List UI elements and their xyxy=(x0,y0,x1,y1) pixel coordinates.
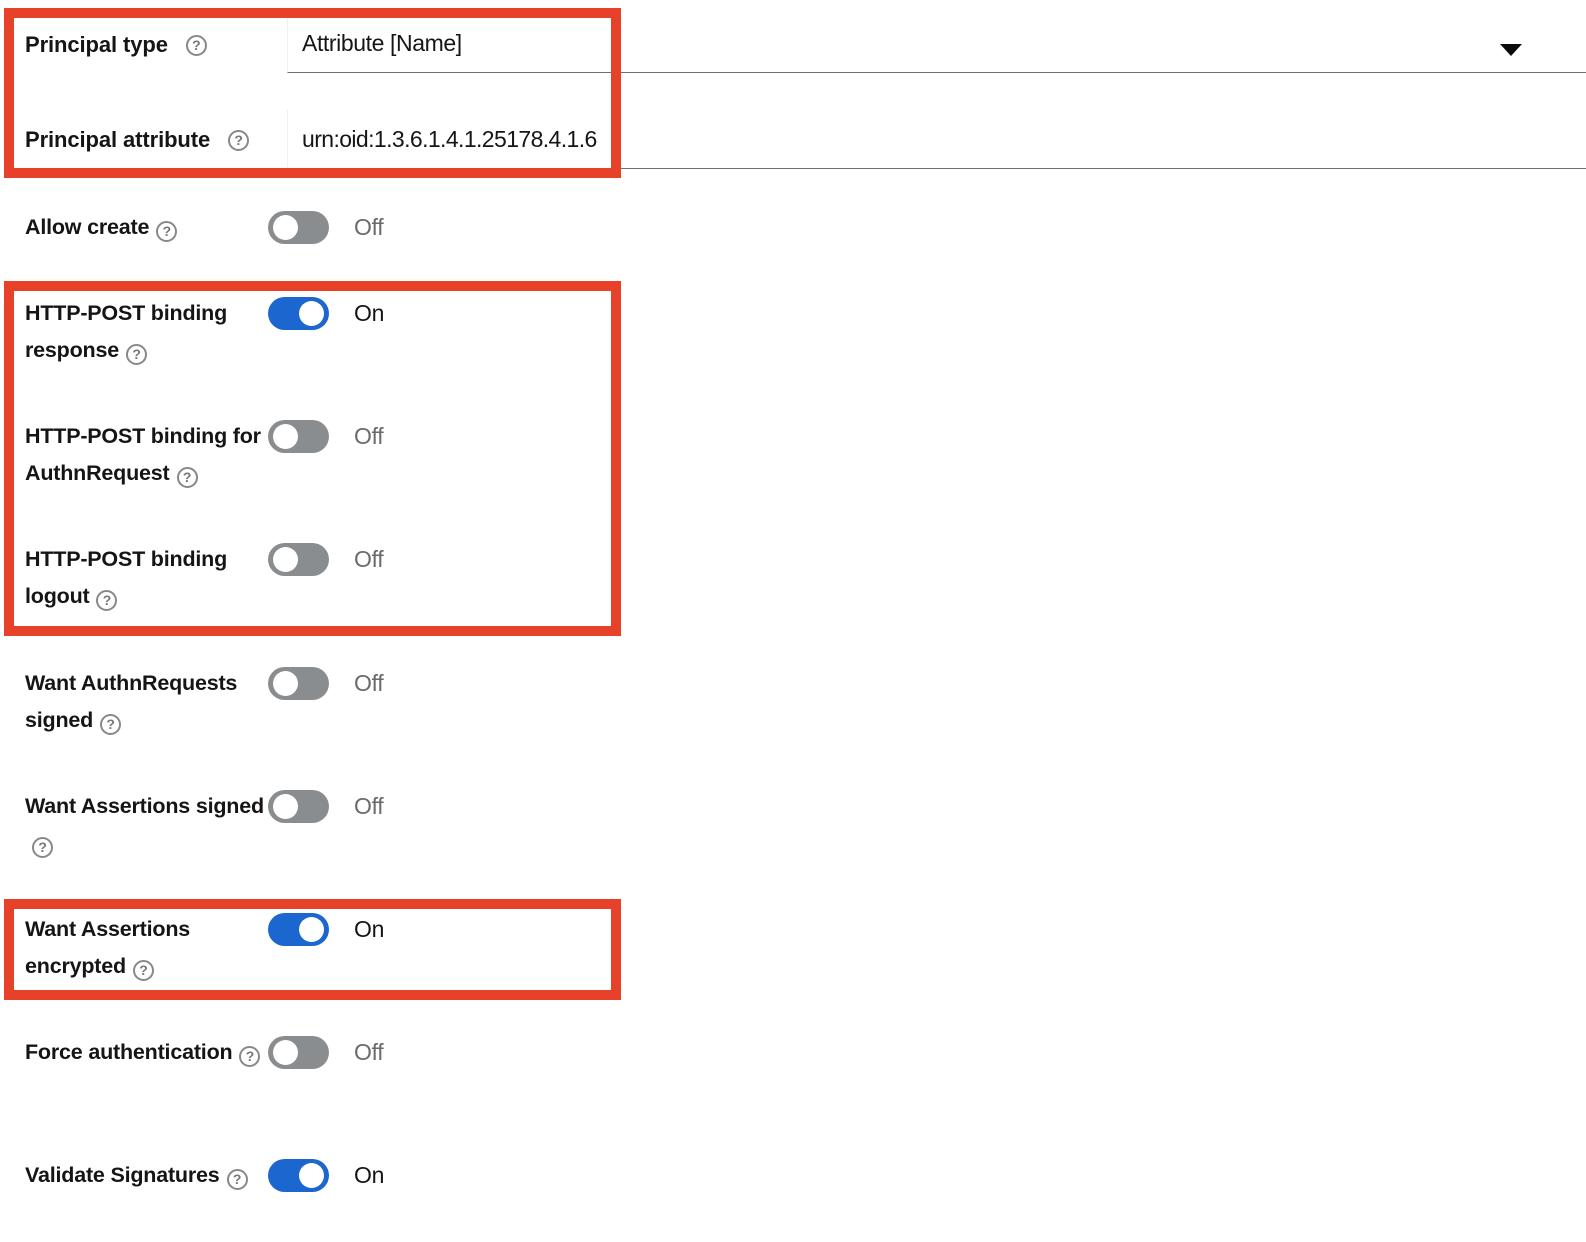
toggle-row-want-authnrequests-signed: Want AuthnRequests signed? Off xyxy=(0,665,640,739)
help-icon[interactable]: ? xyxy=(132,959,154,981)
help-icon[interactable]: ? xyxy=(226,1168,248,1190)
toggle-row-want-assertions-signed: Want Assertions signed? Off xyxy=(0,788,640,862)
toggle-validate-signatures[interactable] xyxy=(268,1159,329,1192)
principal-type-label-text: Principal type xyxy=(25,32,168,57)
principal-type-row: Principal type ? xyxy=(0,14,1586,76)
principal-type-control xyxy=(287,14,1586,76)
help-icon[interactable]: ? xyxy=(185,34,207,56)
help-icon[interactable]: ? xyxy=(239,1045,261,1067)
toggle-label-want-assertions-encrypted: Want Assertions encrypted? xyxy=(0,911,268,985)
toggle-label-http-post-binding-authnrequest: HTTP-POST binding for AuthnRequest? xyxy=(0,418,268,492)
principal-attribute-label-text: Principal attribute xyxy=(25,127,211,152)
toggle-state-want-assertions-signed: Off xyxy=(354,793,384,819)
toggle-state-allow-create: Off xyxy=(354,214,384,240)
toggle-row-want-assertions-encrypted: Want Assertions encrypted? On xyxy=(0,911,640,985)
help-icon[interactable]: ? xyxy=(32,836,53,858)
toggle-knob xyxy=(299,917,324,942)
toggle-label-text: Validate Signatures xyxy=(25,1163,220,1187)
toggle-knob xyxy=(273,1040,298,1065)
toggle-http-post-binding-response[interactable] xyxy=(268,297,329,330)
toggle-label-text: HTTP-POST binding for AuthnRequest xyxy=(25,424,261,485)
toggle-row-http-post-binding-authnrequest: HTTP-POST binding for AuthnRequest? Off xyxy=(0,418,640,492)
toggle-row-validate-signatures: Validate Signatures? On xyxy=(0,1157,640,1194)
toggle-label-text: Want Assertions encrypted xyxy=(25,917,191,978)
toggle-label-http-post-binding-logout: HTTP-POST binding logout? xyxy=(0,541,268,615)
toggle-want-assertions-encrypted[interactable] xyxy=(268,913,329,946)
toggle-knob xyxy=(273,671,298,696)
saml-client-settings-panel: Principal type ? Principal attribute ? A… xyxy=(0,0,1586,1242)
help-icon[interactable]: ? xyxy=(228,129,250,151)
toggle-knob xyxy=(273,794,298,819)
toggle-label-validate-signatures: Validate Signatures? xyxy=(0,1157,268,1194)
help-icon[interactable]: ? xyxy=(100,713,122,735)
toggle-label-text: Want AuthnRequests signed xyxy=(25,671,238,732)
toggle-knob xyxy=(299,301,324,326)
toggle-label-allow-create: Allow create? xyxy=(0,209,268,246)
principal-type-select[interactable] xyxy=(287,14,1586,73)
toggle-knob xyxy=(273,215,298,240)
help-icon[interactable]: ? xyxy=(96,589,118,611)
toggle-label-text: Allow create xyxy=(25,215,150,239)
toggle-state-http-post-binding-authnrequest: Off xyxy=(354,423,384,449)
principal-attribute-input[interactable] xyxy=(287,110,1586,169)
help-icon[interactable]: ? xyxy=(156,220,178,242)
toggle-knob xyxy=(273,424,298,449)
toggle-label-text: Force authentication xyxy=(25,1040,233,1064)
toggle-label-text: Want Assertions signed xyxy=(25,794,264,818)
help-icon[interactable]: ? xyxy=(126,343,147,365)
toggle-http-post-binding-authnrequest[interactable] xyxy=(268,420,329,453)
principal-form-block: Principal type ? Principal attribute ? xyxy=(0,0,1586,178)
toggle-knob xyxy=(299,1163,324,1188)
toggle-state-want-assertions-encrypted: On xyxy=(354,916,385,942)
principal-attribute-label: Principal attribute ? xyxy=(0,110,287,170)
toggle-label-force-authentication: Force authentication? xyxy=(0,1034,268,1071)
toggle-want-assertions-signed[interactable] xyxy=(268,790,329,823)
toggle-force-authentication[interactable] xyxy=(268,1036,329,1069)
toggle-http-post-binding-logout[interactable] xyxy=(268,543,329,576)
toggle-state-http-post-binding-response: On xyxy=(354,300,385,326)
toggle-label-http-post-binding-response: HTTP-POST binding response? xyxy=(0,295,268,369)
toggle-label-want-assertions-signed: Want Assertions signed? xyxy=(0,788,268,862)
toggle-state-force-authentication: Off xyxy=(354,1039,384,1065)
toggle-state-want-authnrequests-signed: Off xyxy=(354,670,384,696)
toggle-knob xyxy=(273,547,298,572)
toggle-state-http-post-binding-logout: Off xyxy=(354,546,384,572)
toggle-row-force-authentication: Force authentication? Off xyxy=(0,1034,640,1071)
principal-type-label: Principal type ? xyxy=(0,14,287,76)
toggle-row-allow-create: Allow create? Off xyxy=(0,209,640,246)
principal-attribute-control xyxy=(287,110,1586,170)
toggle-want-authnrequests-signed[interactable] xyxy=(268,667,329,700)
toggle-allow-create[interactable] xyxy=(268,211,329,244)
toggle-row-http-post-binding-logout: HTTP-POST binding logout? Off xyxy=(0,541,640,615)
toggle-state-validate-signatures: On xyxy=(354,1162,385,1188)
toggle-label-text: HTTP-POST binding logout xyxy=(25,547,228,608)
help-icon[interactable]: ? xyxy=(176,466,198,488)
toggle-label-want-authnrequests-signed: Want AuthnRequests signed? xyxy=(0,665,268,739)
toggle-row-http-post-binding-response: HTTP-POST binding response? On xyxy=(0,295,640,369)
principal-attribute-row: Principal attribute ? xyxy=(0,110,1586,170)
